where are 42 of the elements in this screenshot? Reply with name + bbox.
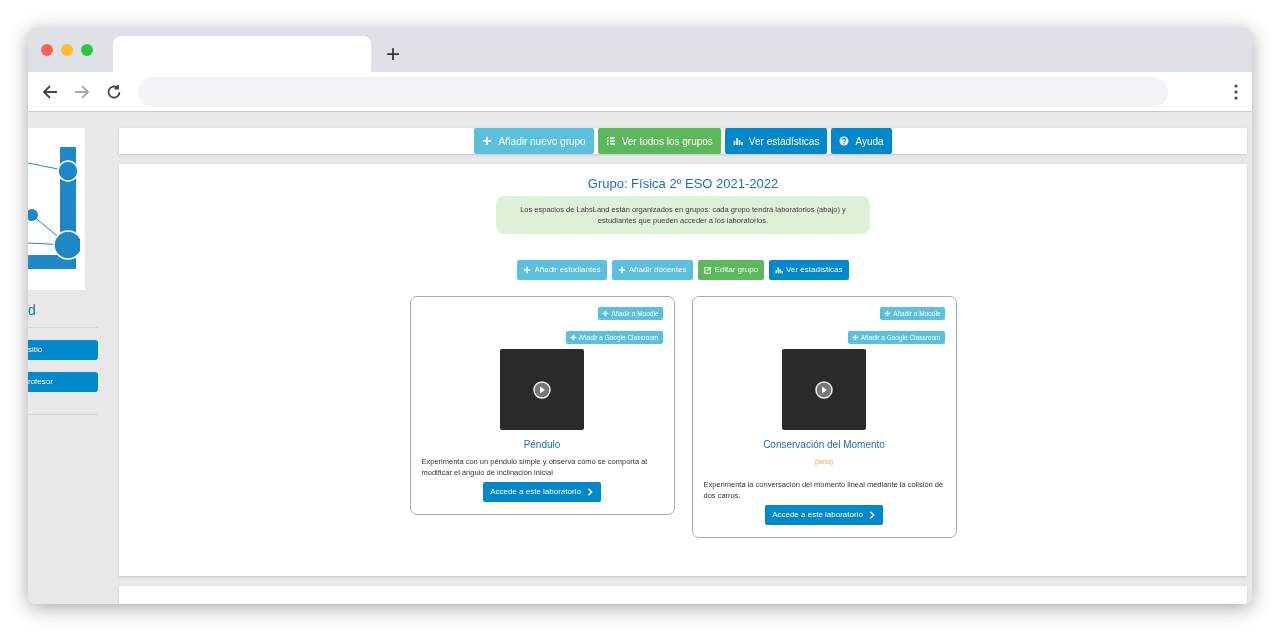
bar-chart-icon	[732, 136, 743, 146]
play-icon	[815, 380, 833, 399]
close-window-icon[interactable]	[41, 44, 53, 56]
toolbar-button[interactable]: Añadir nuevo grupo	[474, 128, 594, 154]
access-lab-button[interactable]: Accede a este laboratorio	[483, 482, 601, 502]
reload-icon[interactable]	[106, 83, 122, 100]
forward-icon[interactable]	[74, 83, 90, 100]
group-action-button[interactable]: Editar grupo	[697, 260, 765, 280]
group-action-button[interactable]: Ver estadísticas	[769, 260, 849, 280]
help-icon	[839, 136, 850, 146]
bar-chart-icon	[775, 266, 784, 274]
back-icon[interactable]	[42, 83, 58, 100]
group-action-button[interactable]: Añadir estudiantes	[517, 260, 607, 280]
toolbar-button[interactable]: Ver todos los grupos	[597, 128, 721, 154]
photo-placeholder[interactable]	[500, 349, 584, 430]
menu-icon[interactable]	[1234, 83, 1238, 100]
sidebar-button[interactable]: rofesor	[28, 372, 98, 392]
group-action-button[interactable]: Añadir docentes	[611, 260, 693, 280]
photo-placeholder[interactable]	[782, 349, 866, 430]
plus-icon	[523, 266, 532, 274]
toolbar-button[interactable]: Ayuda	[831, 128, 892, 154]
play-icon	[533, 380, 551, 399]
plus-icon	[617, 266, 626, 274]
sidebar-button[interactable]: sitio	[28, 340, 98, 360]
list-icon	[605, 136, 616, 146]
access-lab-button[interactable]: Accede a este laboratorio	[765, 504, 883, 525]
maximize-window-icon[interactable]	[81, 44, 93, 56]
group-title: Grupo: Física 2º ESO 2021-2022	[587, 175, 779, 192]
lab-title[interactable]: Péndulo	[523, 437, 561, 452]
sidebar-title: d	[28, 301, 37, 320]
plus-icon	[602, 310, 610, 317]
lab-title[interactable]: Conservación del Momento	[763, 437, 885, 452]
new-tab-button[interactable]: +	[386, 42, 400, 66]
plus-icon	[569, 334, 577, 341]
edit-icon	[703, 266, 712, 274]
chevron-right-icon	[867, 510, 876, 519]
plus-icon	[851, 334, 859, 341]
plus-icon	[884, 310, 892, 317]
chevron-right-icon	[585, 488, 594, 496]
plus-icon	[482, 136, 493, 146]
minimize-window-icon[interactable]	[61, 44, 73, 56]
toolbar-button[interactable]: Ver estadísticas	[724, 128, 828, 154]
